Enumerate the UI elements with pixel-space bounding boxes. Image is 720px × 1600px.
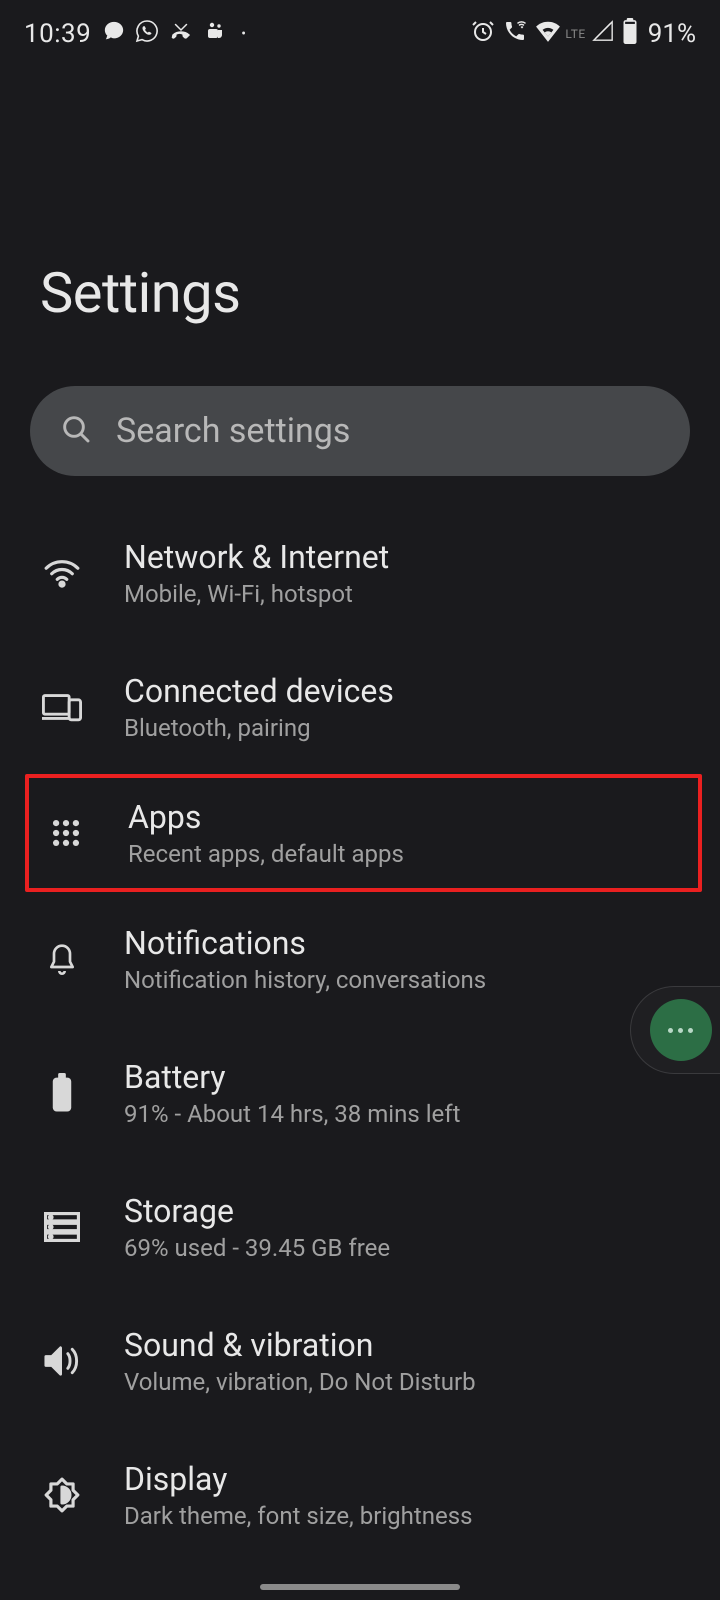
devices-icon xyxy=(40,685,84,729)
wifi-icon xyxy=(535,20,561,48)
setting-storage[interactable]: Storage 69% used - 39.45 GB free xyxy=(0,1160,720,1294)
teams-icon xyxy=(203,19,227,50)
more-dot-icon: • xyxy=(241,26,246,42)
assistant-fab[interactable] xyxy=(630,986,720,1074)
brightness-icon xyxy=(40,1473,84,1517)
setting-network-internet[interactable]: Network & Internet Mobile, Wi-Fi, hotspo… xyxy=(0,506,720,640)
setting-battery[interactable]: Battery 91% - About 14 hrs, 38 mins left xyxy=(0,1026,720,1160)
setting-subtitle: Recent apps, default apps xyxy=(128,840,683,868)
alarm-icon xyxy=(471,19,495,49)
bell-icon xyxy=(40,937,84,981)
phone-wifi-calling-icon xyxy=(503,19,527,49)
apps-grid-icon xyxy=(44,811,88,855)
setting-display[interactable]: Display Dark theme, font size, brightnes… xyxy=(0,1428,720,1562)
battery-percent: 91% xyxy=(648,19,696,49)
whatsapp-icon xyxy=(135,19,159,50)
setting-title: Display xyxy=(124,1460,680,1498)
apps-highlight: Apps Recent apps, default apps xyxy=(25,774,702,892)
setting-title: Sound & vibration xyxy=(124,1326,680,1364)
setting-subtitle: Mobile, Wi-Fi, hotspot xyxy=(124,580,680,608)
search-icon xyxy=(60,413,92,449)
chat-bubble-icon xyxy=(103,19,125,49)
search-placeholder: Search settings xyxy=(116,411,350,451)
battery-icon xyxy=(622,18,638,50)
storage-icon xyxy=(40,1205,84,1249)
setting-subtitle: Volume, vibration, Do Not Disturb xyxy=(124,1368,680,1396)
setting-title: Storage xyxy=(124,1192,680,1230)
signal-icon xyxy=(592,20,614,48)
setting-title: Notifications xyxy=(124,924,680,962)
search-settings[interactable]: Search settings xyxy=(30,386,690,476)
setting-apps[interactable]: Apps Recent apps, default apps xyxy=(29,778,698,888)
setting-sound-vibration[interactable]: Sound & vibration Volume, vibration, Do … xyxy=(0,1294,720,1428)
setting-notifications[interactable]: Notifications Notification history, conv… xyxy=(0,892,720,1026)
setting-subtitle: 91% - About 14 hrs, 38 mins left xyxy=(124,1100,680,1128)
volume-icon xyxy=(40,1339,84,1383)
setting-subtitle: 69% used - 39.45 GB free xyxy=(124,1234,680,1262)
setting-title: Apps xyxy=(128,798,683,836)
setting-title: Network & Internet xyxy=(124,538,680,576)
setting-subtitle: Notification history, conversations xyxy=(124,966,680,994)
battery-icon xyxy=(40,1071,84,1115)
lte-label: LTE xyxy=(565,27,585,41)
missed-call-icon xyxy=(169,19,193,50)
setting-title: Connected devices xyxy=(124,672,680,710)
nav-indicator[interactable] xyxy=(260,1584,460,1590)
page-title: Settings xyxy=(0,60,720,386)
settings-list: Network & Internet Mobile, Wi-Fi, hotspo… xyxy=(0,476,720,1562)
setting-title: Battery xyxy=(124,1058,680,1096)
status-time: 10:39 xyxy=(24,19,91,49)
wifi-icon xyxy=(40,551,84,595)
more-horizontal-icon xyxy=(650,999,712,1061)
setting-subtitle: Dark theme, font size, brightness xyxy=(124,1502,680,1530)
setting-connected-devices[interactable]: Connected devices Bluetooth, pairing xyxy=(0,640,720,774)
status-bar: 10:39 • LTE xyxy=(0,0,720,60)
setting-subtitle: Bluetooth, pairing xyxy=(124,714,680,742)
